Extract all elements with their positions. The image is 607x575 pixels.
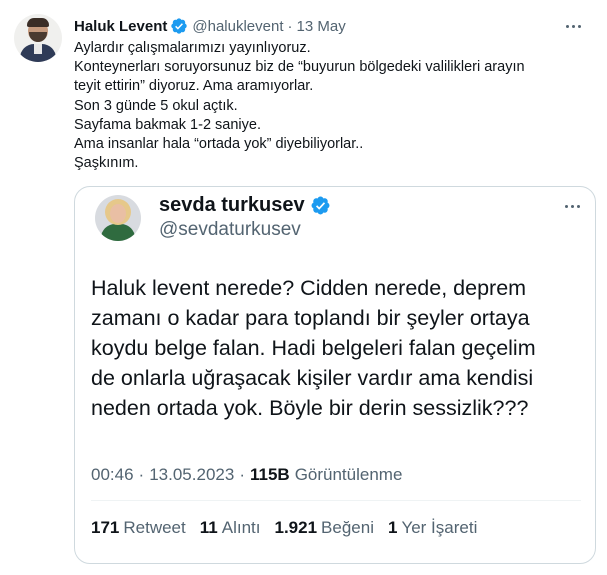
quoted-tweet[interactable]: sevda turkusev @sevdaturkusev Haluk leve… <box>74 186 596 564</box>
more-options-icon[interactable] <box>560 13 586 39</box>
bookmarks-stat[interactable]: 1 Yer İşareti <box>388 518 477 538</box>
tweet-text-line: Ama insanlar hala “ortada yok” diyebiliy… <box>74 136 364 153</box>
retweets-count: 171 <box>91 518 120 537</box>
quoted-tweet-meta: 00:46 · 13.05.2023 · 115B Görüntülenme <box>91 465 402 485</box>
author-avatar[interactable] <box>14 14 62 62</box>
verified-badge-icon <box>311 196 330 215</box>
quoted-tweet-stats: 171 Retweet 11 Alıntı 1.921 Beğeni 1 Yer İşa… <box>91 518 491 538</box>
quotes-label: Alıntı <box>221 518 261 537</box>
tweet-container: Haluk Levent @haluklevent · 13 May Aylar… <box>0 0 607 575</box>
quoted-tweet-text: Haluk levent nerede? Cidden nerede, depr… <box>91 273 591 423</box>
quoted-text-line: neden ortada yok. Böyle bir derin sessiz… <box>91 396 529 420</box>
quoted-author-name-row: sevda turkusev <box>159 194 335 217</box>
tweet-text-line: teyit ettirin” diyoruz. Ama aramıyorlar. <box>74 78 314 95</box>
tweet-text-line: Sayfama bakmak 1-2 saniye. <box>74 116 261 133</box>
tweet-text-line: Şaşkınım. <box>74 155 139 172</box>
tweet-text-line: Son 3 günde 5 okul açtık. <box>74 97 238 114</box>
bookmarks-label: Yer İşareti <box>401 518 478 537</box>
tweet-text-line: Aylardır çalışmalarımızı yayınlıyoruz. <box>74 40 311 56</box>
tweet-header: Haluk Levent @haluklevent · 13 May <box>74 15 346 37</box>
likes-stat[interactable]: 1.921 Beğeni <box>274 518 373 538</box>
retweets-label: Retweet <box>123 518 186 537</box>
author-handle[interactable]: @haluklevent <box>192 18 283 35</box>
bookmarks-count: 1 <box>387 518 398 537</box>
meta-separator: · <box>239 465 245 484</box>
author-name[interactable]: Haluk Levent <box>74 18 167 35</box>
meta-separator: · <box>138 465 145 484</box>
quoted-author-name[interactable]: sevda turkusev <box>159 194 305 217</box>
quoted-date[interactable]: 13.05.2023 <box>149 465 234 485</box>
quoted-text-line: koydu belge falan. Hadi belgeleri falan … <box>91 336 536 360</box>
quoted-author-handle[interactable]: @sevdaturkusev <box>159 219 301 241</box>
quoted-time[interactable]: 00:46 <box>91 465 134 485</box>
views-count: 115B <box>249 465 290 484</box>
quoted-author-avatar[interactable] <box>95 195 141 241</box>
quoted-text-line: de onlarla uğraşacak kişiler vardır ama … <box>91 366 534 390</box>
quoted-text-line: zamanı o kadar para toplandı bir şeyler … <box>91 306 530 330</box>
views-label: Görüntülenme <box>294 465 403 484</box>
tweet-text-line: Konteynerları soruyorsunuz biz de “buyur… <box>74 59 525 76</box>
header-separator: · <box>287 17 293 35</box>
more-options-icon[interactable] <box>559 193 585 219</box>
likes-label: Beğeni <box>321 518 374 537</box>
quoted-text-line: Haluk levent nerede? Cidden nerede, depr… <box>91 276 527 300</box>
likes-count: 1.921 <box>274 518 318 537</box>
retweets-stat[interactable]: 171 Retweet <box>91 518 186 538</box>
divider <box>91 500 581 501</box>
tweet-text: Aylardır çalışmalarımızı yayınlıyoruz. K… <box>74 39 579 173</box>
quotes-count: 11 <box>199 518 218 537</box>
tweet-date[interactable]: 13 May <box>297 18 346 35</box>
quotes-stat[interactable]: 11 Alıntı <box>200 518 261 538</box>
verified-badge-icon <box>171 18 188 34</box>
